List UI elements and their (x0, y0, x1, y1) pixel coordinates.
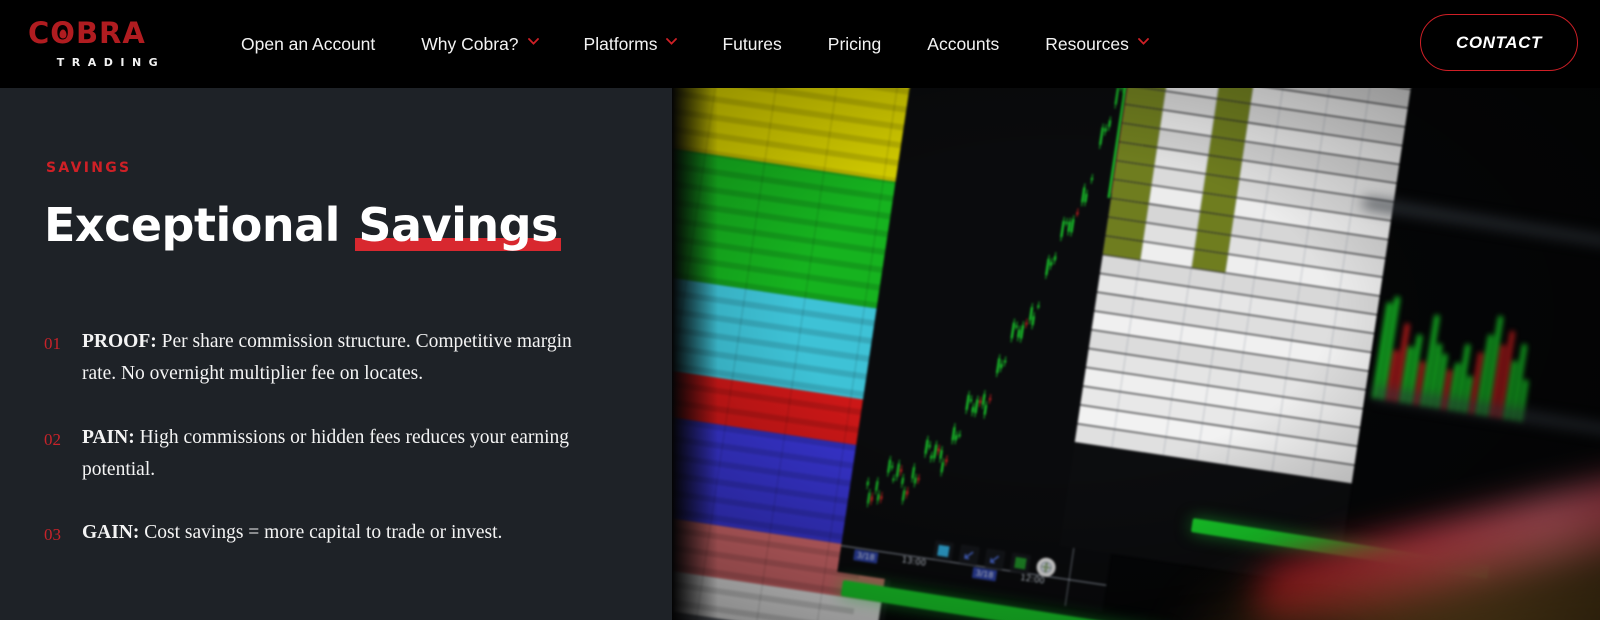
list-item-number: 01 (44, 334, 61, 353)
list-item-body: Cost savings = more capital to trade or … (139, 522, 503, 544)
nav-item-open-an-account[interactable]: Open an Account (241, 28, 375, 61)
list-item-text: GAIN: Cost savings = more capital to tra… (82, 517, 502, 550)
list-item: 02 PAIN: High commissions or hidden fees… (44, 422, 604, 487)
page-title-highlight: Savings (358, 198, 558, 252)
page-title-highlight-wrap: Savings (355, 198, 561, 252)
nav-item-resources[interactable]: Resources (1045, 28, 1149, 61)
brand-logo-tagline: TRADING (56, 56, 166, 69)
brand-logo[interactable]: COBRA TRADING (28, 19, 188, 70)
nav-item-platforms[interactable]: Platforms (583, 28, 678, 61)
list-item-number: 03 (44, 525, 61, 545)
list-item: 03 GAIN: Cost savings = more capital to … (44, 517, 604, 550)
nav-label: Futures (722, 33, 782, 54)
chevron-down-icon (527, 38, 539, 48)
list-item-text: PROOF: Per share commission structure. C… (82, 326, 572, 391)
benefits-list: 01 PROOF: Per share commission structure… (44, 326, 604, 551)
nav-label: Open an Account (241, 33, 376, 54)
list-item-number: 02 (44, 429, 61, 449)
brand-name-text: COBRA (28, 16, 146, 50)
nav-item-accounts[interactable]: Accounts (927, 28, 999, 61)
hero-text-panel: SAVINGS Exceptional Savings 01 PROOF: Pe… (0, 88, 672, 620)
chevron-down-icon (666, 38, 678, 48)
hero-photo: 98.587.576.565.554.54 3/18 13:00 3/18 12… (672, 88, 1600, 620)
nav-label: Accounts (927, 33, 1000, 54)
contact-button[interactable]: CONTACT (1420, 14, 1578, 71)
hero-photo-scene: 98.587.576.565.554.54 3/18 13:00 3/18 12… (672, 88, 1600, 620)
list-item-text: PAIN: High commissions or hidden fees re… (82, 422, 572, 487)
page-root: COBRA TRADING Open an Account Why Cobra?… (0, 0, 1600, 620)
main-navigation: Open an Account Why Cobra? Platforms Fut… (241, 28, 1149, 61)
list-item-lead: PAIN: (82, 426, 135, 448)
chevron-down-icon (1138, 38, 1149, 48)
brand-logo-wordmark: COBRA (28, 19, 188, 48)
list-item-lead: PROOF: (82, 331, 157, 352)
list-item-lead: GAIN: (82, 522, 140, 544)
monitor-edge (1362, 198, 1600, 246)
nav-label: Resources (1045, 33, 1129, 54)
nav-label: Pricing (827, 33, 882, 54)
list-item: 01 PROOF: Per share commission structure… (44, 326, 604, 391)
page-title: Exceptional Savings (44, 200, 561, 251)
hero-eyebrow: SAVINGS (46, 160, 132, 176)
site-header: COBRA TRADING Open an Account Why Cobra?… (0, 0, 1600, 88)
nav-label: Platforms (583, 33, 658, 54)
nav-item-futures[interactable]: Futures (722, 28, 781, 61)
page-title-plain: Exceptional (44, 198, 356, 252)
nav-label: Why Cobra? (421, 33, 519, 54)
nav-item-why-cobra[interactable]: Why Cobra? (421, 28, 539, 61)
list-item-body: High commissions or hidden fees reduces … (82, 426, 570, 481)
photo-left-shadow (672, 88, 718, 620)
nav-item-pricing[interactable]: Pricing (828, 28, 882, 61)
